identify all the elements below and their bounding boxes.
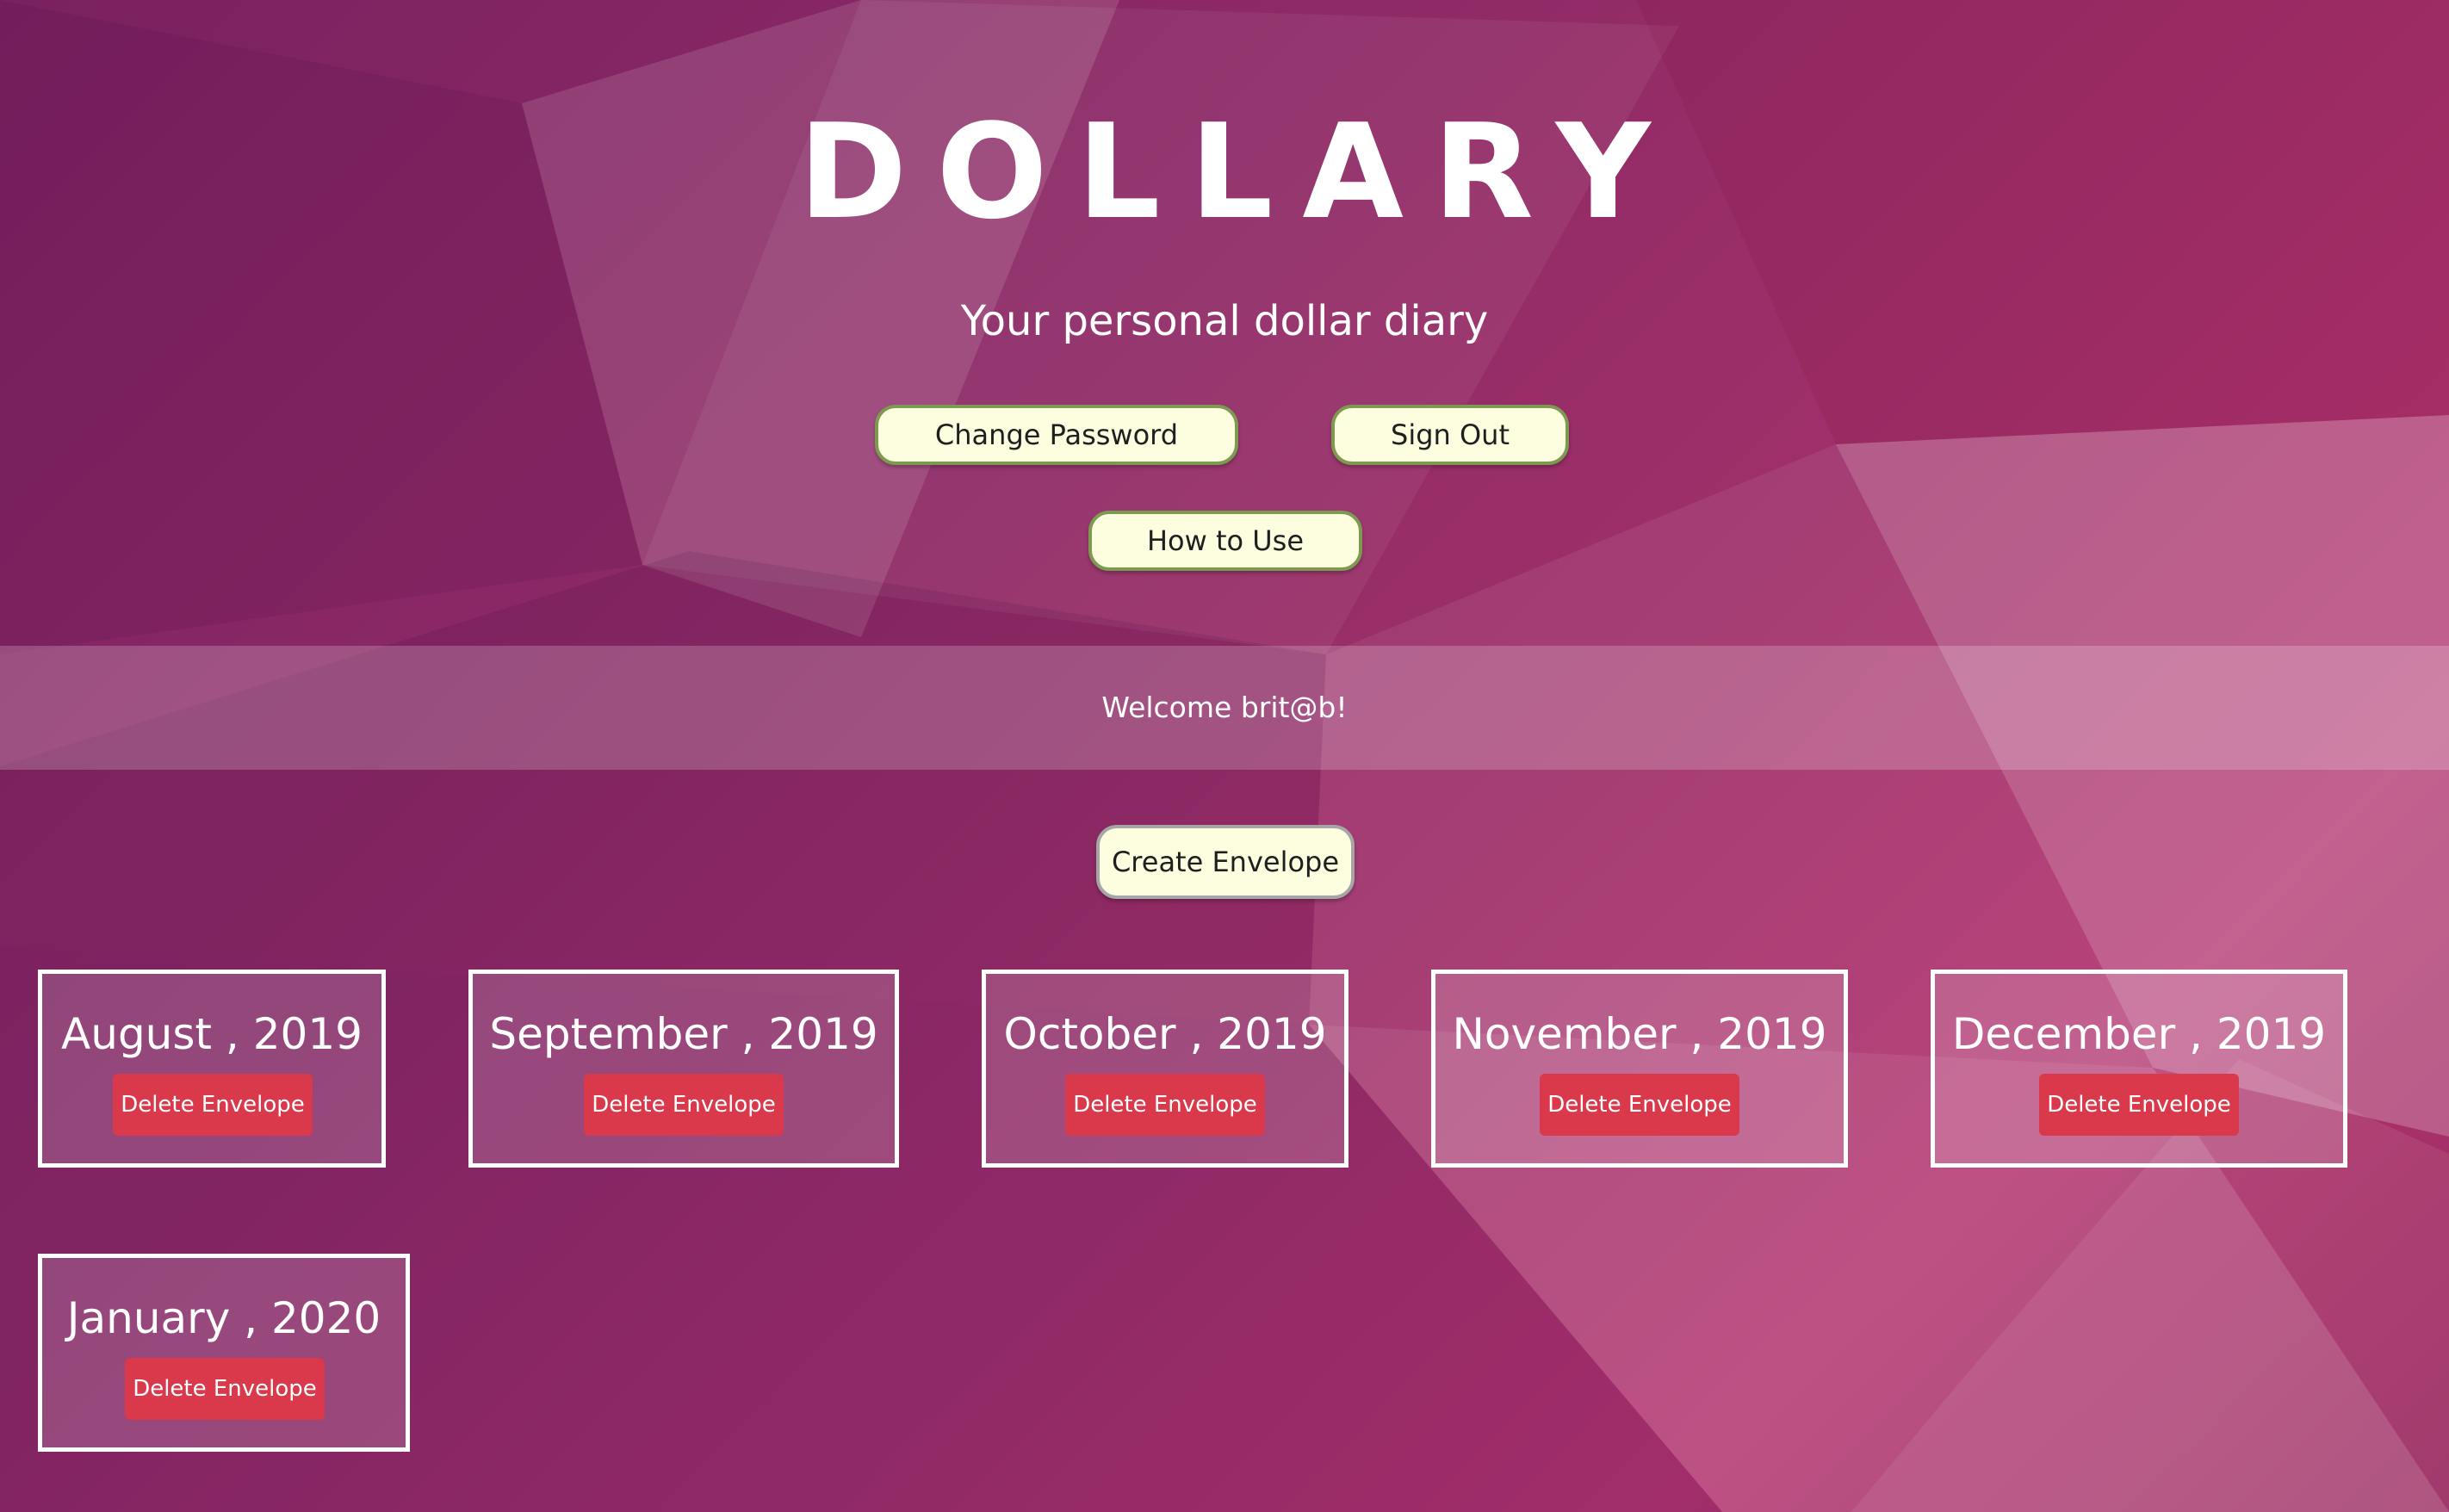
envelope-title: September , 2019 <box>489 1009 878 1059</box>
envelope-card-january-2020[interactable]: January , 2020 Delete Envelope <box>38 1254 410 1452</box>
sign-out-button[interactable]: Sign Out <box>1331 405 1569 465</box>
welcome-message: Welcome brit@b! <box>1101 691 1348 724</box>
envelope-card-august-2019[interactable]: August , 2019 Delete Envelope <box>38 970 386 1168</box>
envelope-card-october-2019[interactable]: October , 2019 Delete Envelope <box>982 970 1348 1168</box>
envelope-card-september-2019[interactable]: September , 2019 Delete Envelope <box>468 970 899 1168</box>
envelope-title: December , 2019 <box>1951 1009 2327 1059</box>
change-password-button[interactable]: Change Password <box>875 405 1238 465</box>
delete-envelope-button[interactable]: Delete Envelope <box>2039 1074 2239 1136</box>
delete-envelope-button[interactable]: Delete Envelope <box>113 1074 313 1136</box>
envelope-title: October , 2019 <box>1003 1009 1327 1059</box>
envelope-card-november-2019[interactable]: November , 2019 Delete Envelope <box>1431 970 1848 1168</box>
how-to-use-button[interactable]: How to Use <box>1088 511 1362 571</box>
app-tagline: Your personal dollar diary <box>960 297 1489 345</box>
envelope-title: January , 2020 <box>66 1293 381 1343</box>
delete-envelope-button[interactable]: Delete Envelope <box>584 1074 784 1136</box>
envelope-title: August , 2019 <box>61 1009 363 1059</box>
delete-envelope-button[interactable]: Delete Envelope <box>125 1358 325 1420</box>
envelope-title: November , 2019 <box>1452 1009 1827 1059</box>
app-title: DOLLARY <box>798 96 1680 248</box>
welcome-banner: Welcome brit@b! <box>0 646 2449 770</box>
delete-envelope-button[interactable]: Delete Envelope <box>1540 1074 1739 1136</box>
create-envelope-button[interactable]: Create Envelope <box>1096 825 1355 899</box>
envelope-card-december-2019[interactable]: December , 2019 Delete Envelope <box>1931 970 2347 1168</box>
delete-envelope-button[interactable]: Delete Envelope <box>1065 1074 1265 1136</box>
page-content: DOLLARY Your personal dollar diary Chang… <box>0 0 2449 1512</box>
